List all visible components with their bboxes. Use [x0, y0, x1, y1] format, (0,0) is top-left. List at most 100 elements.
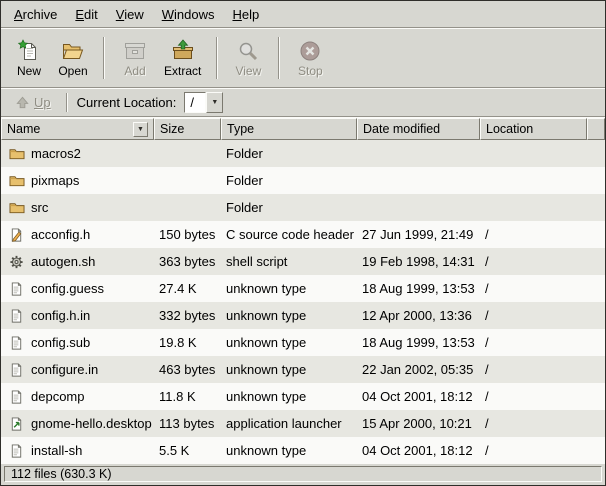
table-row[interactable]: config.sub 19.8 K unknown type 18 Aug 19…	[1, 329, 605, 356]
open-button[interactable]: Open	[51, 33, 95, 83]
file-name: depcomp	[31, 389, 84, 404]
file-location: /	[480, 281, 605, 296]
view-button-label: View	[235, 64, 261, 78]
table-row[interactable]: acconfig.h 150 bytes C source code heade…	[1, 221, 605, 248]
table-row[interactable]: src Folder	[1, 194, 605, 221]
extract-button-label: Extract	[164, 64, 201, 78]
menubar: Archive Edit View Windows Help	[1, 1, 605, 27]
file-type: unknown type	[221, 443, 357, 458]
toolbar: New Open Add	[1, 29, 605, 87]
file-date-modified: 04 Oct 2001, 18:12	[357, 389, 480, 404]
menu-help[interactable]: Help	[223, 3, 268, 26]
file-date-modified: 18 Aug 1999, 13:53	[357, 335, 480, 350]
file-type: Folder	[221, 173, 357, 188]
file-size: 363 bytes	[154, 254, 221, 269]
file-location: /	[480, 389, 605, 404]
menu-edit[interactable]: Edit	[66, 3, 106, 26]
chevron-down-icon: ▼	[206, 92, 223, 113]
file-type: Folder	[221, 146, 357, 161]
magnifier-icon	[236, 39, 260, 63]
location-combo[interactable]: / ▼	[184, 92, 223, 113]
script-file-icon	[7, 253, 26, 270]
view-button: View	[226, 33, 270, 83]
column-header-date-modified[interactable]: Date modified	[357, 118, 480, 140]
file-type: unknown type	[221, 362, 357, 377]
file-type: Folder	[221, 200, 357, 215]
up-button-label: Up	[34, 95, 51, 110]
file-name: config.h.in	[31, 308, 90, 323]
column-header-spacer	[587, 118, 605, 140]
file-size: 19.8 K	[154, 335, 221, 350]
status-text: 112 files (630.3 K)	[4, 466, 602, 482]
file-size: 113 bytes	[154, 416, 221, 431]
file-type: shell script	[221, 254, 357, 269]
file-date-modified: 12 Apr 2000, 13:36	[357, 308, 480, 323]
file-location: /	[480, 308, 605, 323]
plain-file-icon	[7, 280, 26, 297]
table-row[interactable]: config.guess 27.4 K unknown type 18 Aug …	[1, 275, 605, 302]
file-type: application launcher	[221, 416, 357, 431]
column-header-name[interactable]: Name ▼	[1, 118, 154, 140]
plain-file-icon	[7, 388, 26, 405]
location-bar: Up Current Location: / ▼	[1, 89, 605, 116]
open-button-label: Open	[58, 64, 87, 78]
file-size: 5.5 K	[154, 443, 221, 458]
table-row[interactable]: config.h.in 332 bytes unknown type 12 Ap…	[1, 302, 605, 329]
plain-file-icon	[7, 334, 26, 351]
up-button: Up	[7, 93, 59, 112]
file-location: /	[480, 362, 605, 377]
table-row[interactable]: install-sh 5.5 K unknown type 04 Oct 200…	[1, 437, 605, 464]
locationbar-separator	[66, 93, 68, 112]
table-row[interactable]: gnome-hello.desktop 113 bytes applicatio…	[1, 410, 605, 437]
column-header-location[interactable]: Location	[480, 118, 587, 140]
folder-icon	[7, 172, 26, 189]
file-location: /	[480, 227, 605, 242]
table-row[interactable]: pixmaps Folder	[1, 167, 605, 194]
sort-descending-icon[interactable]: ▼	[133, 122, 148, 137]
file-type: unknown type	[221, 308, 357, 323]
menu-archive[interactable]: Archive	[5, 3, 66, 26]
location-combo-value: /	[184, 92, 206, 113]
file-date-modified: 15 Apr 2000, 10:21	[357, 416, 480, 431]
extract-button[interactable]: Extract	[157, 33, 208, 83]
file-size: 11.8 K	[154, 389, 221, 404]
column-header-size[interactable]: Size	[154, 118, 221, 140]
stop-button-label: Stop	[298, 64, 323, 78]
file-date-modified: 04 Oct 2001, 18:12	[357, 443, 480, 458]
menu-windows[interactable]: Windows	[153, 3, 224, 26]
add-button: Add	[113, 33, 157, 83]
file-name: install-sh	[31, 443, 82, 458]
open-folder-icon	[61, 39, 85, 63]
file-type: unknown type	[221, 281, 357, 296]
menu-view[interactable]: View	[107, 3, 153, 26]
file-size: 27.4 K	[154, 281, 221, 296]
table-row[interactable]: macros2 Folder	[1, 140, 605, 167]
column-header-name-label: Name	[7, 122, 40, 136]
file-type: C source code header	[221, 227, 357, 242]
table-row[interactable]: depcomp 11.8 K unknown type 04 Oct 2001,…	[1, 383, 605, 410]
plain-file-icon	[7, 442, 26, 459]
plain-file-icon	[7, 361, 26, 378]
file-date-modified: 27 Jun 1999, 21:49	[357, 227, 480, 242]
file-name: pixmaps	[31, 173, 79, 188]
table-row[interactable]: configure.in 463 bytes unknown type 22 J…	[1, 356, 605, 383]
file-location: /	[480, 335, 605, 350]
column-header-type[interactable]: Type	[221, 118, 357, 140]
new-archive-icon	[17, 39, 41, 63]
file-size: 332 bytes	[154, 308, 221, 323]
file-list: macros2 Folder pixmaps Folder src Fold	[1, 140, 605, 464]
file-date-modified: 22 Jan 2002, 05:35	[357, 362, 480, 377]
current-location-label: Current Location:	[77, 95, 177, 110]
folder-icon	[7, 199, 26, 216]
file-date-modified: 19 Feb 1998, 14:31	[357, 254, 480, 269]
new-button[interactable]: New	[7, 33, 51, 83]
launcher-file-icon	[7, 415, 26, 432]
file-location: /	[480, 416, 605, 431]
file-name: acconfig.h	[31, 227, 90, 242]
file-name: src	[31, 200, 48, 215]
file-name: gnome-hello.desktop	[31, 416, 152, 431]
table-row[interactable]: autogen.sh 363 bytes shell script 19 Feb…	[1, 248, 605, 275]
file-date-modified: 18 Aug 1999, 13:53	[357, 281, 480, 296]
archive-manager-window: Archive Edit View Windows Help New	[0, 0, 606, 486]
extract-package-icon	[171, 39, 195, 63]
